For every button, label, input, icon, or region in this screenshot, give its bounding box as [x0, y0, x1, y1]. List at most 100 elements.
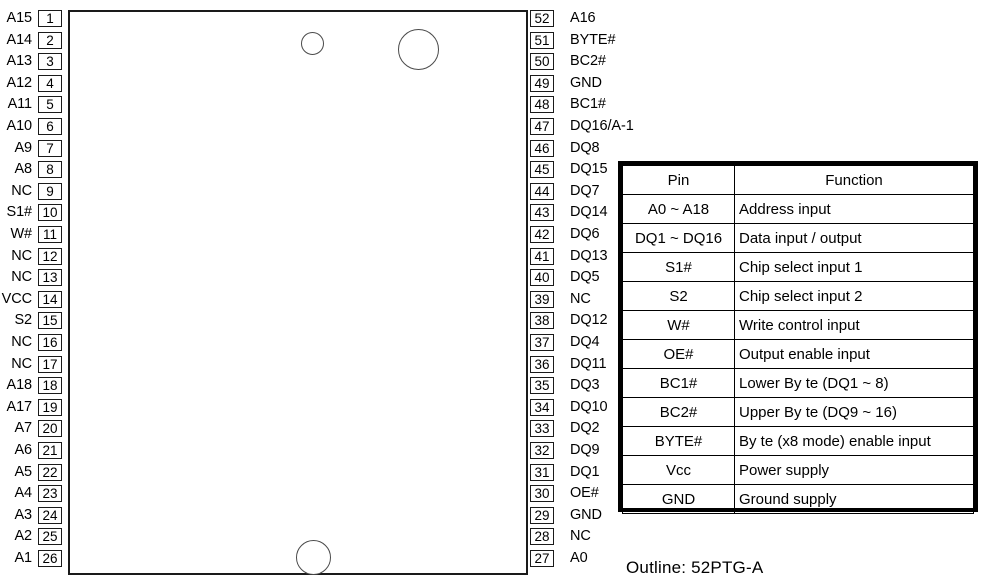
pin-signal-label: NC — [570, 528, 591, 545]
table-header-row: Pin Function — [622, 165, 974, 195]
cell-pin-name: Vcc — [622, 455, 735, 485]
pin-number-box: 30 — [530, 485, 554, 503]
pin-number-box: 49 — [530, 74, 554, 92]
pin-number-box: 22 — [38, 463, 62, 481]
table-row: BC2# Upper By te (DQ9 ~ 16) — [622, 397, 974, 427]
pin-row: VCC 14 — [0, 290, 62, 308]
pin-signal-label: A2 — [14, 528, 32, 545]
pin-number-box: 27 — [530, 550, 554, 567]
package-mark-circle-small — [301, 32, 324, 55]
pin-signal-label: GND — [570, 74, 602, 91]
pin-signal-label: NC — [11, 247, 32, 264]
pin-number-box: 6 — [38, 118, 62, 135]
pin-row: A3 24 — [0, 506, 62, 524]
pin-signal-label: BC2# — [570, 53, 606, 70]
pin-number-box: 50 — [530, 53, 554, 71]
pin-signal-label: DQ7 — [570, 182, 600, 199]
pin-row: A6 21 — [0, 442, 62, 459]
pin-row: 51 BYTE# — [530, 31, 730, 49]
pin-row: 28 NC — [530, 528, 730, 546]
pin-signal-label: W# — [10, 226, 32, 242]
pin-number-box: 20 — [38, 420, 62, 438]
cell-pin-function: Write control input — [734, 310, 974, 340]
pin-signal-label: NC — [570, 290, 591, 307]
column-header-function: Function — [734, 165, 974, 195]
pin-number-box: 29 — [530, 506, 554, 524]
pin-number-box: 36 — [530, 355, 554, 373]
pin-signal-label: A12 — [6, 74, 33, 91]
pin-number-box: 40 — [530, 269, 554, 287]
pin-number-box: 18 — [38, 377, 62, 395]
pin-row: A18 18 — [0, 377, 62, 395]
pin-row: 50 BC2# — [530, 53, 730, 71]
pin-row: NC 16 — [0, 334, 62, 351]
package-mark-circle-large — [398, 29, 439, 70]
pin-row: NC 9 — [0, 182, 62, 200]
cell-pin-function: Address input — [734, 194, 974, 224]
pin-row: 52 A16 — [530, 10, 730, 27]
pin-signal-label: A14 — [6, 31, 33, 48]
table-row: BC1# Lower By te (DQ1 ~ 8) — [622, 368, 974, 398]
pin-signal-label: DQ16/A-1 — [570, 118, 634, 134]
pinout-diagram: A15 1 A14 2 A13 3 A12 4 A11 5 A10 6 A9 7 A8 8 NC 9 S1# 10 W#… — [0, 0, 998, 585]
outline-caption: Outline: 52PTG-A — [626, 558, 764, 577]
pin-number-box: 41 — [530, 247, 554, 265]
pin-row: S1# 10 — [0, 204, 62, 222]
table-row: S2 Chip select input 2 — [622, 281, 974, 311]
pin-signal-label: A9 — [14, 139, 32, 156]
pin-number-box: 19 — [38, 398, 62, 416]
pin-signal-label: A3 — [14, 506, 32, 523]
pin-number-box: 32 — [530, 442, 554, 459]
pin-number-box: 10 — [38, 204, 62, 222]
cell-pin-function: Ground supply — [734, 484, 974, 514]
pin-row: NC 12 — [0, 247, 62, 265]
table-row: OE# Output enable input — [622, 339, 974, 369]
column-header-pin: Pin — [622, 165, 735, 195]
pin-signal-label: NC — [11, 334, 32, 350]
cell-pin-function: Upper By te (DQ9 ~ 16) — [734, 397, 974, 427]
pin-signal-label: BC1# — [570, 96, 606, 113]
pin-number-box: 31 — [530, 463, 554, 481]
cell-pin-name: DQ1 ~ DQ16 — [622, 223, 735, 253]
pin-number-box: 16 — [38, 334, 62, 351]
pin-number-box: 24 — [38, 506, 62, 524]
pin-signal-label: DQ6 — [570, 226, 600, 242]
cell-pin-function: Power supply — [734, 455, 974, 485]
pin-signal-label: DQ15 — [570, 161, 608, 178]
pin-row: S2 15 — [0, 312, 62, 330]
pin-number-box: 33 — [530, 420, 554, 438]
cell-pin-name: A0 ~ A18 — [622, 194, 735, 224]
pin-number-box: 11 — [38, 226, 62, 243]
pin-signal-label: A16 — [570, 10, 596, 26]
pin-signal-label: OE# — [570, 485, 599, 502]
pin-number-box: 23 — [38, 485, 62, 503]
pin-signal-label: DQ5 — [570, 269, 600, 286]
pin-row: A1 26 — [0, 550, 62, 567]
pin-signal-label: A10 — [6, 118, 33, 134]
pin-row: 46 DQ8 — [530, 139, 730, 157]
pin-number-box: 52 — [530, 10, 554, 27]
chip-package-body — [68, 10, 528, 575]
pin-signal-label: NC — [11, 269, 32, 286]
pin-number-box: 25 — [38, 528, 62, 546]
pin-number-box: 38 — [530, 312, 554, 330]
pin-row: A12 4 — [0, 74, 62, 92]
pin-number-box: 3 — [38, 53, 62, 71]
pin-signal-label: A7 — [14, 420, 32, 437]
pin-number-box: 47 — [530, 118, 554, 135]
pin-number-box: 5 — [38, 96, 62, 114]
cell-pin-name: BYTE# — [622, 426, 735, 456]
pin-signal-label: DQ1 — [570, 463, 600, 480]
pin-number-box: 9 — [38, 182, 62, 200]
pin-signal-label: BYTE# — [570, 31, 616, 48]
pin-row: A7 20 — [0, 420, 62, 438]
pin-number-box: 12 — [38, 247, 62, 265]
cell-pin-function: By te (x8 mode) enable input — [734, 426, 974, 456]
cell-pin-function: Chip select input 2 — [734, 281, 974, 311]
pin-signal-label: A11 — [7, 96, 32, 113]
table-row: A0 ~ A18 Address input — [622, 194, 974, 224]
cell-pin-function: Chip select input 1 — [734, 252, 974, 282]
pin-number-box: 37 — [530, 334, 554, 351]
pin-row: A10 6 — [0, 118, 62, 135]
pin-number-box: 7 — [38, 139, 62, 157]
